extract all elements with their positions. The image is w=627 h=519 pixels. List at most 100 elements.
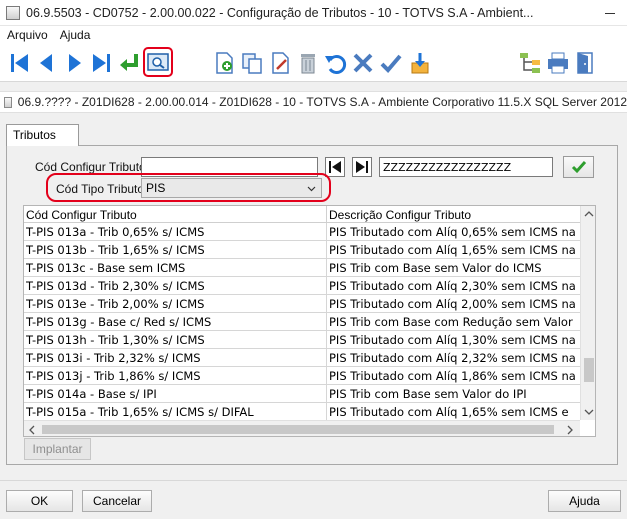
range-first-button[interactable] (325, 157, 345, 177)
cell-cod: T-PIS 013g - Base c/ Red s/ ICMS (26, 315, 212, 329)
cell-cod: T-PIS 015a - Trib 1,65% s/ ICMS s/ DIFAL (26, 405, 254, 419)
inner-app-icon (4, 96, 12, 108)
table-row[interactable]: T-PIS 013j - Trib 1,86% s/ ICMS PIS Tribu… (24, 367, 580, 385)
cell-descricao: PIS Trib com Base sem Valor do IPI (329, 387, 527, 401)
exit-button[interactable] (574, 51, 598, 75)
undo-button[interactable] (323, 51, 347, 75)
copy-icon (242, 53, 262, 74)
cancelar-button[interactable]: Cancelar (82, 490, 152, 512)
next-record-button[interactable] (62, 51, 86, 75)
cell-descricao: PIS Trib com Base sem Valor do ICMS (329, 261, 542, 275)
cell-cod: T-PIS 013i - Trib 2,32% s/ ICMS (26, 351, 201, 365)
cell-cod: T-PIS 013b - Trib 1,65% s/ ICMS (26, 243, 205, 257)
cell-cod: T-PIS 013a - Trib 0,65% s/ ICMS (26, 225, 205, 239)
next-record-icon (69, 54, 81, 72)
app-icon (6, 5, 20, 20)
bottom-separator (0, 480, 627, 481)
menu-arquivo[interactable]: Arquivo (7, 28, 48, 42)
cell-descricao: PIS Tributado com Alíq 1,86% sem ICMS na (329, 369, 576, 383)
previous-record-button[interactable] (35, 51, 59, 75)
window-titlebar: 06.9.5503 - CD0752 - 2.00.00.022 - Confi… (0, 0, 627, 26)
cell-cod: T-PIS 013h - Trib 1,30% s/ ICMS (26, 333, 205, 347)
cell-cod: T-PIS 013d - Trib 2,30% s/ ICMS (26, 279, 205, 293)
copy-button[interactable] (240, 51, 264, 75)
zoom-query-icon (147, 53, 169, 71)
chevron-down-icon (307, 186, 316, 192)
scroll-down-icon[interactable] (584, 408, 594, 416)
print-button[interactable] (546, 51, 570, 75)
tree-structure-icon (520, 53, 540, 73)
confirm-button[interactable] (379, 51, 403, 75)
table-row[interactable]: T-PIS 013e - Trib 2,00% s/ ICMS PIS Tribu… (24, 295, 580, 313)
table-row[interactable]: T-PIS 014a - Base s/ IPI PIS Trib com Bas… (24, 385, 580, 403)
configur-grid: Cód Configur Tributo Descrição Configur … (23, 205, 596, 437)
cell-cod: T-PIS 014a - Base s/ IPI (26, 387, 157, 401)
table-row[interactable]: T-PIS 013c - Base sem ICMS PIS Trib com B… (24, 259, 580, 277)
ajuda-button[interactable]: Ajuda (548, 490, 621, 512)
cell-descricao: PIS Tributado com Alíq 1,30% sem ICMS na (329, 333, 576, 347)
first-record-button[interactable] (8, 51, 32, 75)
table-row[interactable]: T-PIS 013d - Trib 2,30% s/ ICMS PIS Tribu… (24, 277, 580, 295)
grid-header: Cód Configur Tributo Descrição Configur … (24, 206, 580, 223)
table-row[interactable]: T-PIS 013h - Trib 1,30% s/ ICMS PIS Tribu… (24, 331, 580, 349)
vertical-scroll-thumb[interactable] (584, 358, 594, 382)
scroll-right-icon[interactable] (566, 425, 574, 435)
cell-descricao: PIS Trib com Base com Redução sem Valor (329, 315, 573, 329)
last-record-icon (93, 54, 110, 72)
minimize-button[interactable] (601, 4, 619, 22)
green-check-icon (571, 161, 587, 174)
table-row[interactable]: T-PIS 013i - Trib 2,32% s/ ICMS PIS Tribu… (24, 349, 580, 367)
exit-door-icon (577, 52, 593, 74)
last-record-button[interactable] (89, 51, 113, 75)
scroll-left-icon[interactable] (28, 425, 36, 435)
horizontal-scrollbar[interactable] (24, 420, 580, 436)
delete-button[interactable] (296, 51, 320, 75)
table-row[interactable]: T-PIS 013a - Trib 0,65% s/ ICMS PIS Tribu… (24, 223, 580, 241)
cod-tipo-value: PIS (146, 181, 166, 195)
cod-tipo-label: Cód Tipo Tributo: (56, 182, 148, 196)
column-header-cod[interactable]: Cód Configur Tributo (26, 208, 137, 222)
query-button[interactable] (143, 47, 173, 77)
scroll-up-icon[interactable] (584, 210, 594, 218)
new-document-icon (216, 52, 233, 74)
cancel-button[interactable] (351, 51, 375, 75)
menu-bar: Arquivo Ajuda (0, 26, 627, 44)
return-arrow-icon (120, 54, 138, 71)
cell-cod: T-PIS 013c - Base sem ICMS (26, 261, 186, 275)
tab-tributos[interactable]: Tributos (6, 124, 79, 146)
printer-icon (548, 52, 568, 74)
horizontal-scroll-thumb[interactable] (42, 425, 554, 434)
new-record-button[interactable] (212, 51, 236, 75)
range-last-button[interactable] (352, 157, 372, 177)
edit-pencil-icon (272, 52, 289, 74)
cell-descricao: PIS Tributado com Alíq 1,65% sem ICMS na (329, 243, 576, 257)
edit-button[interactable] (268, 51, 292, 75)
range-last-icon (356, 161, 368, 173)
cell-descricao: PIS Tributado com Alíq 2,00% sem ICMS na (329, 297, 576, 311)
trash-icon (301, 54, 315, 74)
inner-window-title: 06.9.???? - Z01DI628 - 2.00.00.014 - Z01… (17, 95, 627, 109)
cell-descricao: PIS Tributado com Alíq 0,65% sem ICMS na (329, 225, 576, 239)
cod-tipo-select[interactable]: PIS (141, 178, 322, 198)
apply-filter-button[interactable] (563, 156, 594, 178)
cod-configur-end-input[interactable] (379, 157, 553, 177)
menu-ajuda[interactable]: Ajuda (60, 28, 91, 42)
table-row[interactable]: T-PIS 015a - Trib 1,65% s/ ICMS s/ DIFAL… (24, 403, 580, 421)
vertical-scrollbar[interactable] (580, 206, 595, 420)
cell-cod: T-PIS 013e - Trib 2,00% s/ ICMS (26, 297, 205, 311)
first-record-icon (11, 54, 28, 72)
column-header-descricao[interactable]: Descrição Configur Tributo (329, 208, 471, 222)
table-row[interactable]: T-PIS 013b - Trib 1,65% s/ ICMS PIS Tribu… (24, 241, 580, 259)
cell-cod: T-PIS 013j - Trib 1,86% s/ ICMS (26, 369, 201, 383)
cell-descricao: PIS Tributado com Alíq 2,30% sem ICMS na (329, 279, 576, 293)
table-row[interactable]: T-PIS 013g - Base c/ Red s/ ICMS PIS Trib… (24, 313, 580, 331)
undo-icon (325, 55, 347, 74)
cell-descricao: PIS Tributado com Alíq 2,32% sem ICMS na (329, 351, 576, 365)
cancel-x-icon (353, 53, 373, 73)
implantar-button[interactable]: Implantar (24, 438, 91, 460)
cod-configur-label: Cód Configur Tributo: (35, 160, 150, 174)
return-button[interactable] (117, 51, 141, 75)
import-button[interactable] (408, 51, 432, 75)
tree-button[interactable] (518, 51, 542, 75)
ok-button[interactable]: OK (6, 490, 73, 512)
